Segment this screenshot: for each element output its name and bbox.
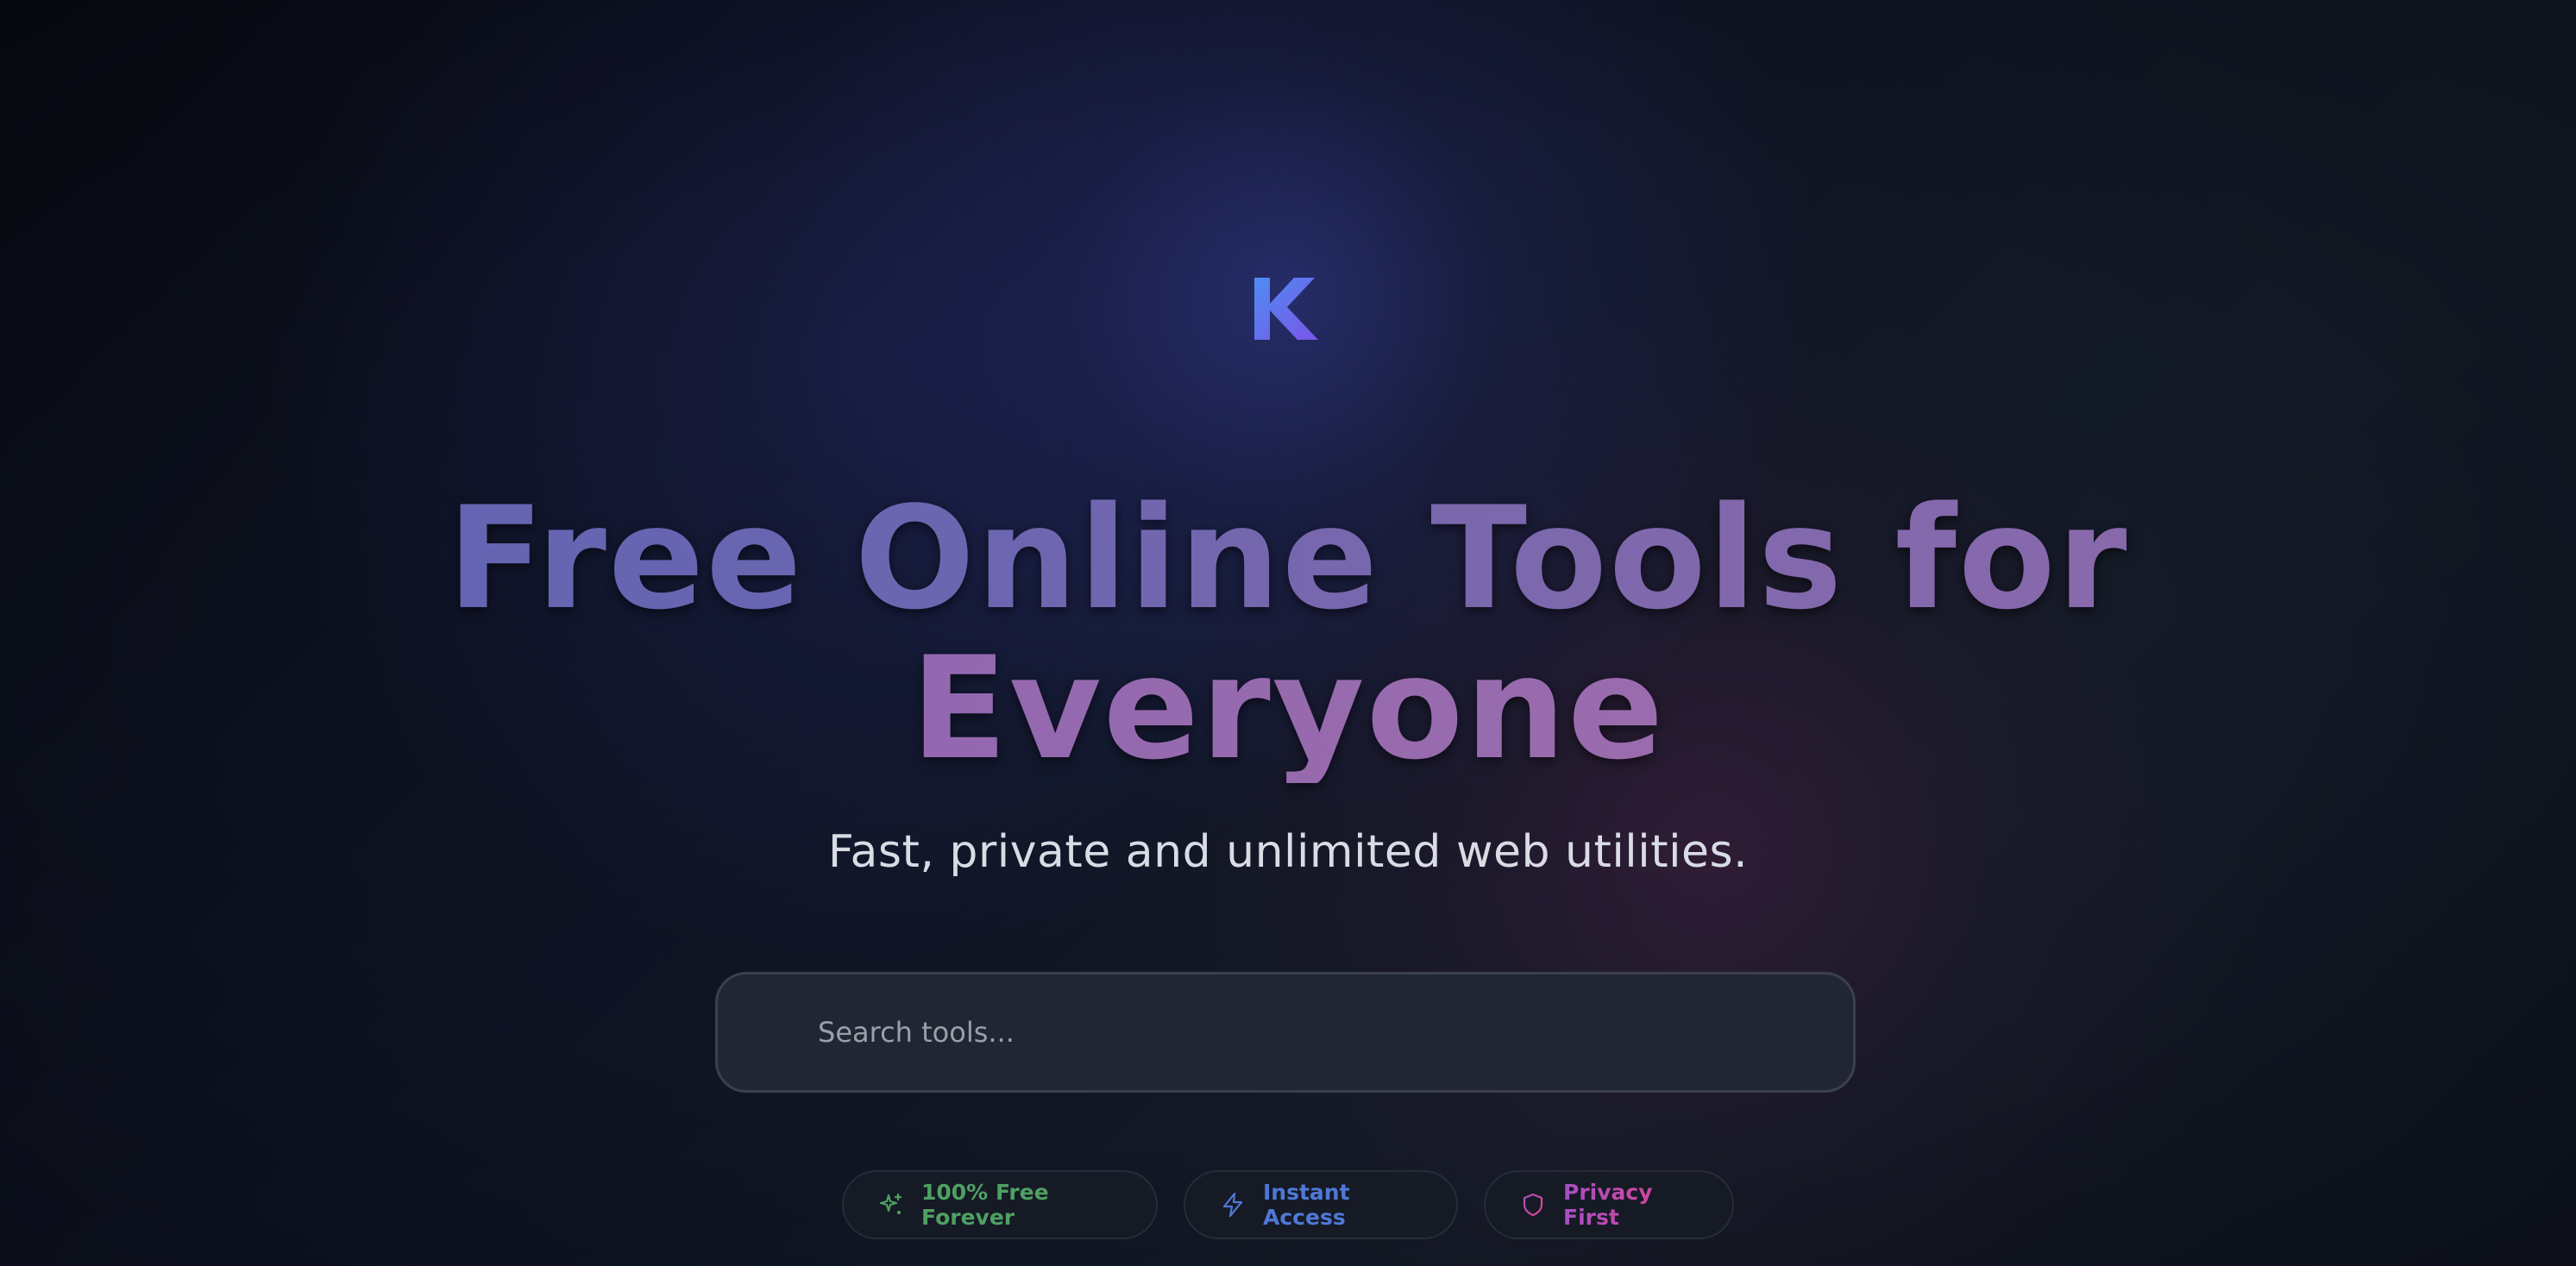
- hero-subtitle: Fast, private and unlimited web utilitie…: [827, 826, 1749, 878]
- search-input[interactable]: [718, 974, 1853, 1091]
- search-box[interactable]: [715, 972, 1856, 1093]
- badge-instant-access: Instant Access: [1184, 1170, 1458, 1239]
- hero-headline-line-2: Everyone: [0, 635, 2576, 783]
- badge-free-forever: 100% Free Forever: [842, 1170, 1158, 1239]
- badge-privacy-first-label: Privacy First: [1563, 1180, 1694, 1230]
- hero-headline-line-1: Free Online Tools for: [0, 485, 2576, 633]
- badge-free-forever-label: 100% Free Forever: [921, 1180, 1049, 1230]
- k-logo-icon[interactable]: [1249, 274, 1322, 343]
- badge-instant-access-label: Instant Access: [1263, 1180, 1350, 1230]
- sparkles-icon: [879, 1193, 902, 1214]
- badge-privacy-first: Privacy First: [1484, 1170, 1734, 1239]
- shield-icon: [1523, 1193, 1543, 1217]
- lightning-icon: [1222, 1192, 1243, 1218]
- feature-badges: 100% Free Forever Instant Access Privacy…: [0, 1170, 2576, 1239]
